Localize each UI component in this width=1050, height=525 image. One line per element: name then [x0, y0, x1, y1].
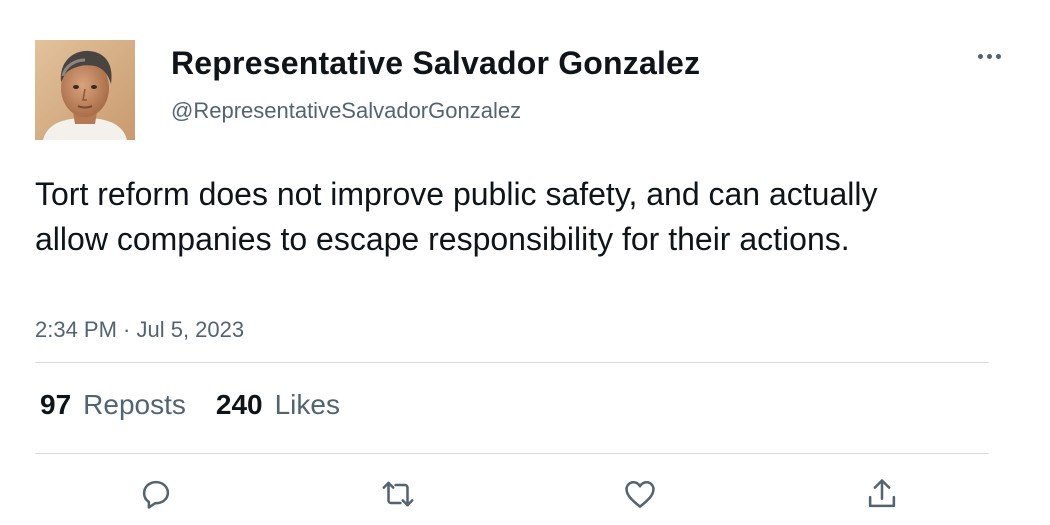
display-name[interactable]: Representative Salvador Gonzalez — [171, 44, 700, 82]
share-icon — [868, 479, 896, 508]
more-icon-dot — [986, 53, 992, 59]
engagement-stats: 97 Reposts 240 Likes — [40, 388, 370, 422]
heart-icon — [625, 481, 655, 508]
tweet-text: Tort reform does not improve public safe… — [35, 176, 878, 257]
user-handle[interactable]: @RepresentativeSalvadorGonzalez — [171, 97, 521, 125]
likes-count: 240 — [215, 389, 263, 420]
repost-button[interactable] — [378, 474, 418, 514]
divider — [35, 453, 989, 454]
more-icon-dot — [995, 53, 1001, 59]
reposts-count: 97 — [40, 389, 72, 420]
reposts-label: Reposts — [83, 389, 186, 420]
reply-icon — [142, 480, 170, 509]
share-button[interactable] — [862, 474, 902, 514]
avatar-image — [35, 40, 135, 140]
like-button[interactable] — [620, 474, 660, 514]
likes-stat[interactable]: 240 Likes — [216, 388, 340, 422]
more-options-button[interactable] — [970, 42, 1008, 70]
likes-label: Likes — [274, 389, 340, 420]
reposts-stat[interactable]: 97 Reposts — [40, 388, 186, 422]
reply-button[interactable] — [136, 474, 176, 514]
timestamp[interactable]: 2:34 PM · Jul 5, 2023 — [35, 316, 244, 344]
more-icon-dot — [977, 53, 983, 59]
tweet-card: Representative Salvador Gonzalez @Repres… — [0, 0, 1050, 525]
repost-icon — [382, 481, 414, 507]
divider — [35, 362, 989, 363]
avatar[interactable] — [35, 40, 135, 140]
